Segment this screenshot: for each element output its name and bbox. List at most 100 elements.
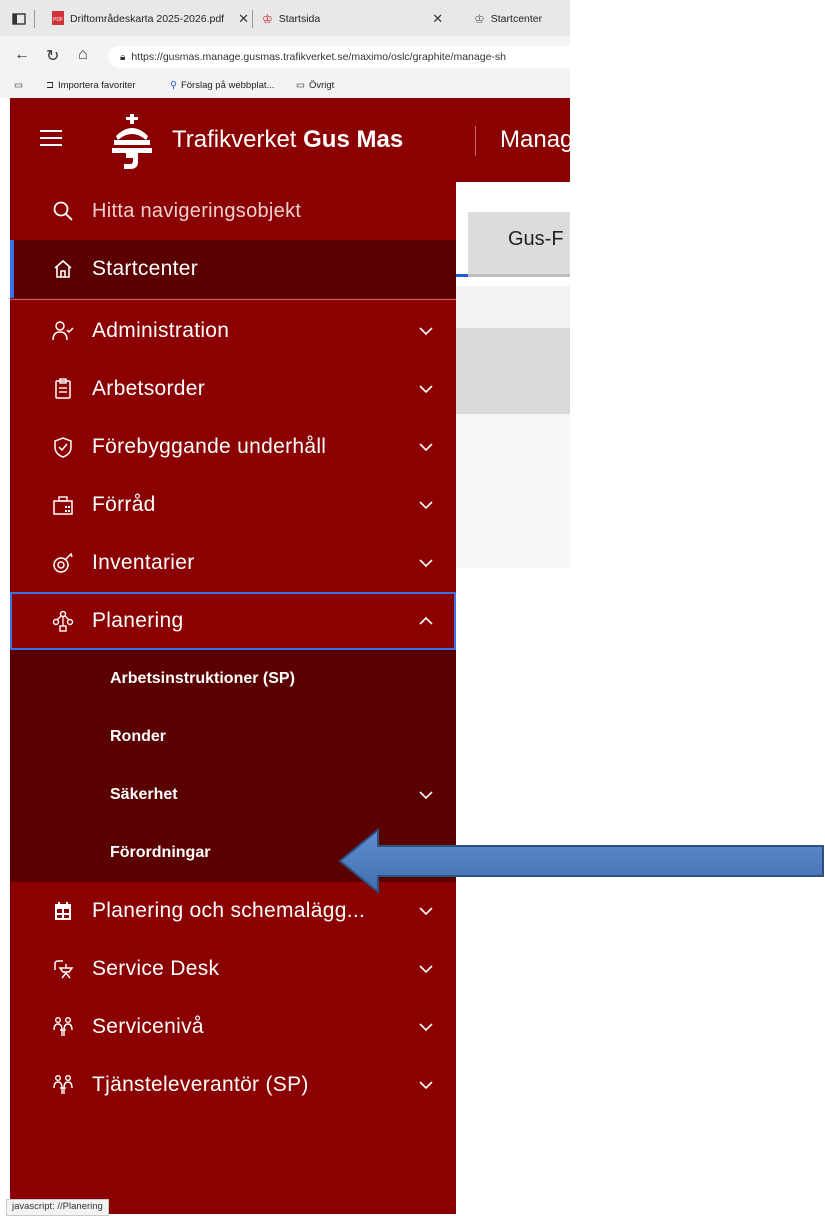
- chevron-down-icon: [419, 965, 433, 974]
- chevron-down-icon: [419, 443, 433, 452]
- browser-chrome: PDF Driftområdeskarta 2025-2026.pdf ✕ ♔ …: [0, 0, 590, 98]
- lock-icon: 🔒︎: [120, 51, 126, 63]
- main-content: Gus-F: [456, 182, 570, 1214]
- nav-item-inventarier[interactable]: Inventarier: [10, 534, 456, 592]
- nav-label: Servicenivå: [92, 1015, 204, 1038]
- header-divider: [475, 126, 476, 156]
- back-icon[interactable]: ←: [14, 46, 30, 64]
- nav-label: Startcenter: [92, 257, 199, 280]
- svg-text:PDF: PDF: [53, 17, 63, 23]
- service-desk-icon: [52, 958, 74, 980]
- favorites-bar: ▭ ⊐ Importera favoriter ⚲ Förslag på webbp…: [0, 76, 570, 96]
- nav-item-service-desk[interactable]: Service Desk: [10, 940, 456, 998]
- tab-indicator: [456, 274, 468, 277]
- favorite-suggestions[interactable]: ⚲ Förslag på webbplat...: [170, 80, 274, 91]
- nav-label: Säkerhet: [110, 786, 178, 803]
- url-text: https://gusmas.manage.gusmas.trafikverke…: [131, 51, 506, 63]
- nav-label: Arbetsinstruktioner (SP): [110, 670, 295, 687]
- home-icon: [52, 258, 74, 280]
- nav-label: Planering och schemalägg...: [92, 899, 366, 922]
- chevron-down-icon: [419, 559, 433, 568]
- service-level-icon: [52, 1016, 74, 1038]
- chevron-up-icon: [419, 616, 433, 625]
- nav-search[interactable]: Hitta navigeringsobjekt: [10, 182, 456, 240]
- nav-subitem-sakerhet[interactable]: Säkerhet: [10, 766, 456, 824]
- asset-icon: [52, 552, 74, 574]
- tab-title: Driftområdeskarta 2025-2026.pdf: [70, 13, 225, 25]
- nav-item-tjansteleverantor[interactable]: Tjänsteleverantör (SP): [10, 1056, 456, 1114]
- close-icon[interactable]: ✕: [432, 11, 443, 27]
- favorite-folder[interactable]: ▭ Övrigt: [296, 80, 334, 91]
- pdf-icon: PDF: [52, 10, 64, 28]
- nav-item-administration[interactable]: Administration: [10, 302, 456, 360]
- trafikverket-icon: ♔: [262, 12, 273, 26]
- search-icon: [52, 200, 74, 222]
- nav-label: Arbetsorder: [92, 377, 206, 400]
- chevron-down-icon: [419, 327, 433, 336]
- brand-product: Gus Mas: [303, 126, 404, 153]
- tab-bar: PDF Driftområdeskarta 2025-2026.pdf ✕ ♔ …: [0, 0, 570, 36]
- nav-label: Förebyggande underhåll: [92, 435, 327, 458]
- nav-item-startcenter[interactable]: Startcenter: [10, 240, 456, 298]
- chevron-down-icon: [419, 1023, 433, 1032]
- content-tab-label: Gus-F: [508, 228, 564, 250]
- hierarchy-icon: [52, 610, 74, 632]
- address-bar-row: ← ↻ ⌂ 🔒︎ https://gusmas.manage.gusmas.tr…: [0, 40, 590, 72]
- tab-actions-icon[interactable]: [12, 6, 26, 32]
- content-panel-header: [456, 328, 570, 414]
- storage-icon: [52, 494, 74, 516]
- chevron-down-icon: [419, 385, 433, 394]
- maximo-app: Trafikverket Gus Mas Manag Gus-F Hitta n…: [10, 98, 570, 1214]
- refresh-icon[interactable]: ↻: [46, 46, 59, 66]
- tab-title: Startsida: [278, 13, 321, 25]
- search-icon: ⚲: [170, 80, 177, 91]
- browser-tab-startcenter[interactable]: ♔ Startcenter: [474, 6, 542, 32]
- chevron-down-icon: [419, 1081, 433, 1090]
- shield-check-icon: [52, 436, 74, 458]
- favorite-label: Förslag på webbplat...: [180, 80, 275, 91]
- favorite-label: Importera favoriter: [57, 80, 136, 91]
- status-bar-url: javascript: //Planering: [6, 1199, 109, 1216]
- nav-label: Service Desk: [92, 957, 220, 980]
- nav-item-forebyggande-underhall[interactable]: Förebyggande underhåll: [10, 418, 456, 476]
- service-provider-icon: [52, 1074, 74, 1096]
- chevron-down-icon: [419, 907, 433, 916]
- nav-subitem-ronder[interactable]: Ronder: [10, 708, 456, 766]
- nav-label: Tjänsteleverantör (SP): [92, 1073, 309, 1096]
- tab-title: Startcenter: [490, 13, 543, 25]
- browser-tab-startsida[interactable]: ♔ Startsida ✕: [262, 6, 443, 32]
- nav-label: Inventarier: [92, 551, 195, 574]
- content-panel: [456, 414, 570, 568]
- app-name: Manag: [500, 126, 570, 153]
- nav-label: Administration: [92, 319, 230, 342]
- browser-tab-pdf[interactable]: PDF Driftområdeskarta 2025-2026.pdf ✕: [52, 6, 249, 32]
- app-icon: ♔: [474, 12, 485, 26]
- url-field[interactable]: 🔒︎ https://gusmas.manage.gusmas.trafikve…: [108, 46, 590, 68]
- chevron-down-icon: [419, 501, 433, 510]
- favorite-label: Övrigt: [308, 80, 335, 91]
- trafikverket-logo: [112, 114, 152, 169]
- user-check-icon: [52, 320, 74, 342]
- nav-label: Planering: [92, 609, 184, 632]
- nav-label: Förråd: [92, 493, 156, 516]
- content-tab[interactable]: Gus-F: [468, 212, 570, 277]
- calendar-icon: [52, 900, 74, 922]
- annotation-arrow: [338, 828, 824, 894]
- reading-icon[interactable]: ▭: [14, 80, 23, 91]
- nav-item-serviceniva[interactable]: Servicenivå: [10, 998, 456, 1056]
- nav-item-forrad[interactable]: Förråd: [10, 476, 456, 534]
- nav-item-planering[interactable]: Planering: [10, 592, 456, 650]
- close-icon[interactable]: ✕: [238, 11, 249, 27]
- hamburger-menu-icon[interactable]: [40, 130, 62, 150]
- folder-icon: ▭: [296, 80, 305, 91]
- side-navigation: Hitta navigeringsobjekt Startcenter Admi…: [10, 182, 456, 1214]
- nav-item-arbetsorder[interactable]: Arbetsorder: [10, 360, 456, 418]
- nav-divider: [10, 299, 456, 300]
- brand-title: Trafikverket Gus Mas: [172, 126, 403, 154]
- home-icon[interactable]: ⌂: [78, 46, 88, 64]
- favorite-import[interactable]: ⊐ Importera favoriter: [46, 80, 136, 91]
- import-icon: ⊐: [46, 80, 54, 91]
- nav-label: Ronder: [110, 728, 166, 745]
- nav-subitem-arbetsinstruktioner[interactable]: Arbetsinstruktioner (SP): [10, 650, 456, 708]
- brand-name: Trafikverket: [172, 126, 297, 153]
